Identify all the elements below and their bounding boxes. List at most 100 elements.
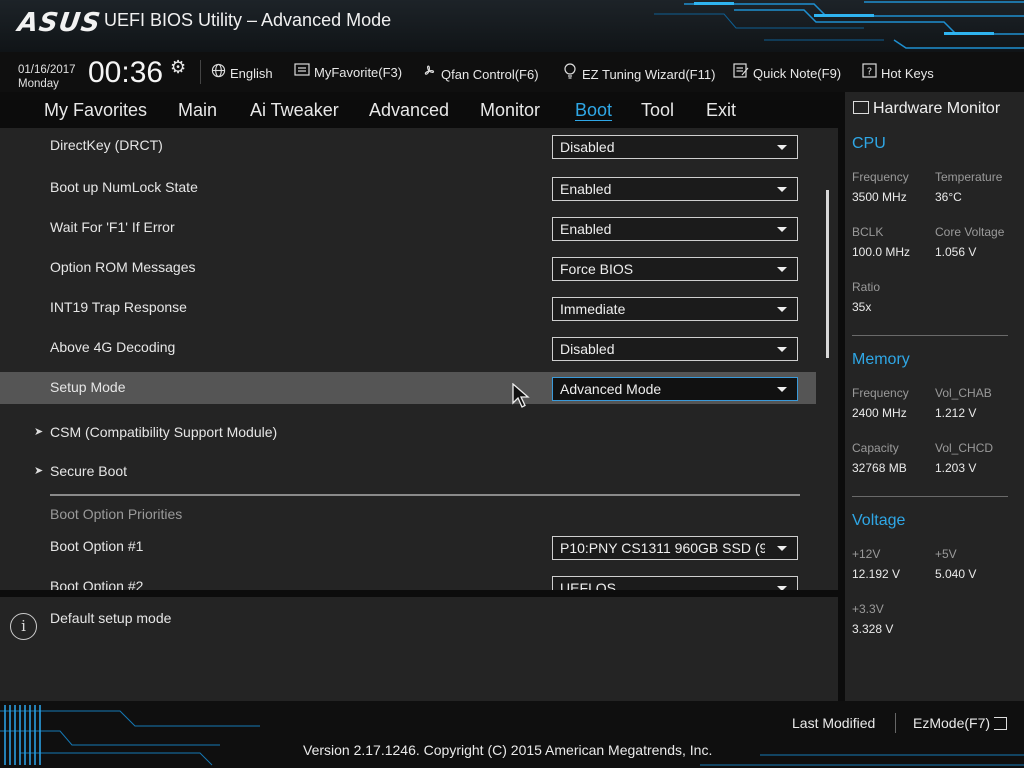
menu-boot[interactable]: Boot: [575, 100, 612, 121]
menu-my-favorites[interactable]: My Favorites: [44, 100, 147, 121]
directkey-dropdown[interactable]: Disabled: [552, 135, 798, 159]
gear-icon[interactable]: ⚙: [170, 57, 186, 78]
main-menu: My Favorites Main Ai Tweaker Advanced Mo…: [0, 92, 838, 128]
chevron-down-icon: [777, 187, 787, 192]
wait-f1-dropdown[interactable]: Enabled: [552, 217, 798, 241]
hw-key: Core Voltage: [935, 225, 1005, 239]
qfan-label: Qfan Control(F6): [441, 67, 539, 82]
dropdown-value: P10:PNY CS1311 960GB SSD (91: [560, 540, 765, 556]
setting-row-boot-option-2[interactable]: Boot Option #2 UEFI OS: [0, 571, 816, 590]
memory-heading: Memory: [852, 351, 910, 368]
hw-key: Capacity: [852, 441, 899, 455]
hw-value: 1.203 V: [935, 461, 977, 475]
hw-divider: [852, 496, 1008, 497]
numlock-dropdown[interactable]: Enabled: [552, 177, 798, 201]
setting-row-directkey[interactable]: DirectKey (DRCT) Disabled: [0, 130, 816, 162]
hw-key: Frequency: [852, 170, 909, 184]
hw-value: 3500 MHz: [852, 190, 907, 204]
above-4g-dropdown[interactable]: Disabled: [552, 337, 798, 361]
setting-row-setup-mode[interactable]: Setup Mode Advanced Mode: [0, 372, 816, 404]
hw-key: +12V: [852, 547, 881, 561]
hot-keys-button[interactable]: ? Hot Keys: [861, 63, 934, 81]
quick-note-button[interactable]: Quick Note(F9): [733, 63, 841, 81]
help-key-icon: ?: [861, 63, 877, 81]
help-text: Default setup mode: [50, 610, 172, 626]
title-bar: ASUS UEFI BIOS Utility – Advanced Mode: [0, 0, 1024, 52]
myfavorite-label: MyFavorite(F3): [314, 65, 403, 80]
lightbulb-icon: [562, 63, 578, 82]
chevron-right-icon: ➤: [34, 425, 44, 438]
menu-ai-tweaker[interactable]: Ai Tweaker: [250, 100, 339, 121]
circuit-decoration: [654, 1, 1024, 49]
footer-bar: Last Modified EzMode(F7) Version 2.17.12…: [0, 701, 1024, 768]
note-icon: [733, 63, 749, 81]
cpu-heading: CPU: [852, 135, 886, 152]
weekday: Monday: [18, 78, 59, 90]
menu-main[interactable]: Main: [178, 100, 217, 121]
hw-value: 35x: [852, 300, 872, 314]
setting-label: Boot up NumLock State: [50, 179, 198, 195]
status-bar: 01/16/2017 Monday 00:36 ⚙ English MyFavo…: [0, 52, 1024, 92]
myfavorite-button[interactable]: MyFavorite(F3): [294, 63, 402, 80]
hw-key: +5V: [935, 547, 957, 561]
menu-exit[interactable]: Exit: [706, 100, 736, 121]
option-rom-dropdown[interactable]: Force BIOS: [552, 257, 798, 281]
submenu-secure-boot[interactable]: ➤ Secure Boot: [0, 456, 816, 488]
setting-row-option-rom[interactable]: Option ROM Messages Force BIOS: [0, 252, 816, 284]
scrollbar[interactable]: [826, 190, 829, 358]
submenu-label: Secure Boot: [50, 463, 128, 479]
boot-option-2-dropdown[interactable]: UEFI OS: [552, 576, 798, 590]
dropdown-value: Disabled: [560, 139, 615, 155]
chevron-down-icon: [777, 586, 787, 590]
dropdown-value: UEFI OS: [560, 580, 617, 590]
hw-value: 36°C: [935, 190, 962, 204]
hardware-monitor: Hardware Monitor CPU Frequency 3500 MHz …: [845, 92, 1024, 701]
hw-value: 2400 MHz: [852, 406, 907, 420]
hw-key: Vol_CHCD: [935, 441, 994, 455]
setting-row-boot-option-1[interactable]: Boot Option #1 P10:PNY CS1311 960GB SSD …: [0, 531, 816, 563]
dropdown-value: Force BIOS: [560, 261, 634, 277]
last-modified-button[interactable]: Last Modified: [792, 715, 875, 731]
chevron-down-icon: [777, 145, 787, 150]
menu-monitor[interactable]: Monitor: [480, 100, 540, 121]
monitor-icon: [853, 101, 869, 114]
menu-advanced[interactable]: Advanced: [369, 100, 449, 121]
setting-row-wait-f1[interactable]: Wait For 'F1' If Error Enabled: [0, 212, 816, 244]
setting-row-numlock[interactable]: Boot up NumLock State Enabled: [0, 172, 816, 204]
setting-row-int19[interactable]: INT19 Trap Response Immediate: [0, 292, 816, 324]
int19-dropdown[interactable]: Immediate: [552, 297, 798, 321]
dropdown-value: Immediate: [560, 301, 626, 317]
setting-label: Option ROM Messages: [50, 259, 196, 275]
hw-key: BCLK: [852, 225, 884, 239]
hw-value: 1.212 V: [935, 406, 977, 420]
ez-tuning-button[interactable]: EZ Tuning Wizard(F11): [562, 63, 715, 82]
setting-label: DirectKey (DRCT): [50, 137, 163, 153]
clock-time[interactable]: 00:36: [88, 56, 163, 90]
mouse-cursor-icon: [512, 383, 530, 408]
setting-row-above-4g[interactable]: Above 4G Decoding Disabled: [0, 332, 816, 364]
boot-option-1-dropdown[interactable]: P10:PNY CS1311 960GB SSD (91: [552, 536, 798, 560]
hw-value: 3.328 V: [852, 622, 894, 636]
section-divider: [50, 494, 800, 496]
date-display: 01/16/2017 Monday: [18, 63, 76, 91]
hw-key: Ratio: [852, 280, 881, 294]
asus-logo: ASUS: [15, 8, 103, 38]
chevron-down-icon: [777, 227, 787, 232]
language-button[interactable]: English: [210, 63, 273, 81]
dropdown-value: Enabled: [560, 221, 612, 237]
chevron-down-icon: [777, 546, 787, 551]
settings-panel: DirectKey (DRCT) Disabled Boot up NumLoc…: [0, 128, 838, 590]
setting-label: Wait For 'F1' If Error: [50, 219, 175, 235]
app-title: UEFI BIOS Utility – Advanced Mode: [104, 10, 392, 30]
setup-mode-dropdown[interactable]: Advanced Mode: [552, 377, 798, 401]
chevron-down-icon: [777, 347, 787, 352]
ezmode-button[interactable]: EzMode(F7): [913, 715, 1008, 731]
submenu-csm[interactable]: ➤ CSM (Compatibility Support Module): [0, 417, 816, 449]
dropdown-value: Advanced Mode: [560, 381, 662, 397]
submenu-label: CSM (Compatibility Support Module): [50, 424, 278, 440]
voltage-heading: Voltage: [852, 512, 906, 529]
language-label: English: [230, 66, 273, 81]
menu-tool[interactable]: Tool: [641, 100, 674, 121]
hw-value: 32768 MB: [852, 461, 907, 475]
qfan-control-button[interactable]: Qfan Control(F6): [421, 63, 539, 82]
